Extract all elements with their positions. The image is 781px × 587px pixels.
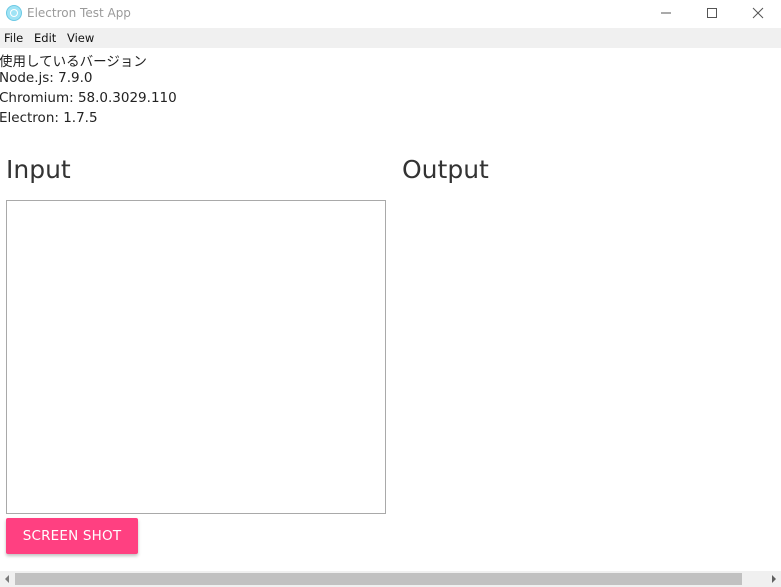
screenshot-button[interactable]: SCREEN SHOT <box>6 518 138 554</box>
electron-version: Electron: 1.7.5 <box>0 110 98 126</box>
scrollbar-thumb[interactable] <box>15 573 742 585</box>
scroll-right-arrow-icon[interactable] <box>766 571 781 587</box>
maximize-icon <box>707 8 717 18</box>
input-area[interactable] <box>6 200 386 514</box>
menu-file[interactable]: File <box>4 31 23 45</box>
scroll-left-arrow-icon[interactable] <box>0 571 15 587</box>
menu-edit[interactable]: Edit <box>34 31 56 45</box>
close-button[interactable] <box>735 0 781 28</box>
minimize-button[interactable] <box>643 0 689 28</box>
node-version: Node.js: 7.9.0 <box>0 70 93 86</box>
menu-view[interactable]: View <box>67 31 94 45</box>
title-bar[interactable]: Electron Test App <box>0 0 781 28</box>
app-window: Electron Test App File Edit View 使用しているバ… <box>0 0 781 587</box>
chromium-version: Chromium: 58.0.3029.110 <box>0 90 177 106</box>
maximize-button[interactable] <box>689 0 735 28</box>
minimize-icon <box>661 12 671 14</box>
input-heading: Input <box>6 155 71 184</box>
electron-app-icon <box>6 5 22 21</box>
versions-heading: 使用しているバージョン <box>0 54 147 70</box>
window-title: Electron Test App <box>27 6 131 20</box>
menu-bar: File Edit View <box>0 28 781 48</box>
horizontal-scrollbar[interactable] <box>0 571 781 587</box>
output-heading: Output <box>402 155 489 184</box>
close-icon <box>752 7 764 19</box>
